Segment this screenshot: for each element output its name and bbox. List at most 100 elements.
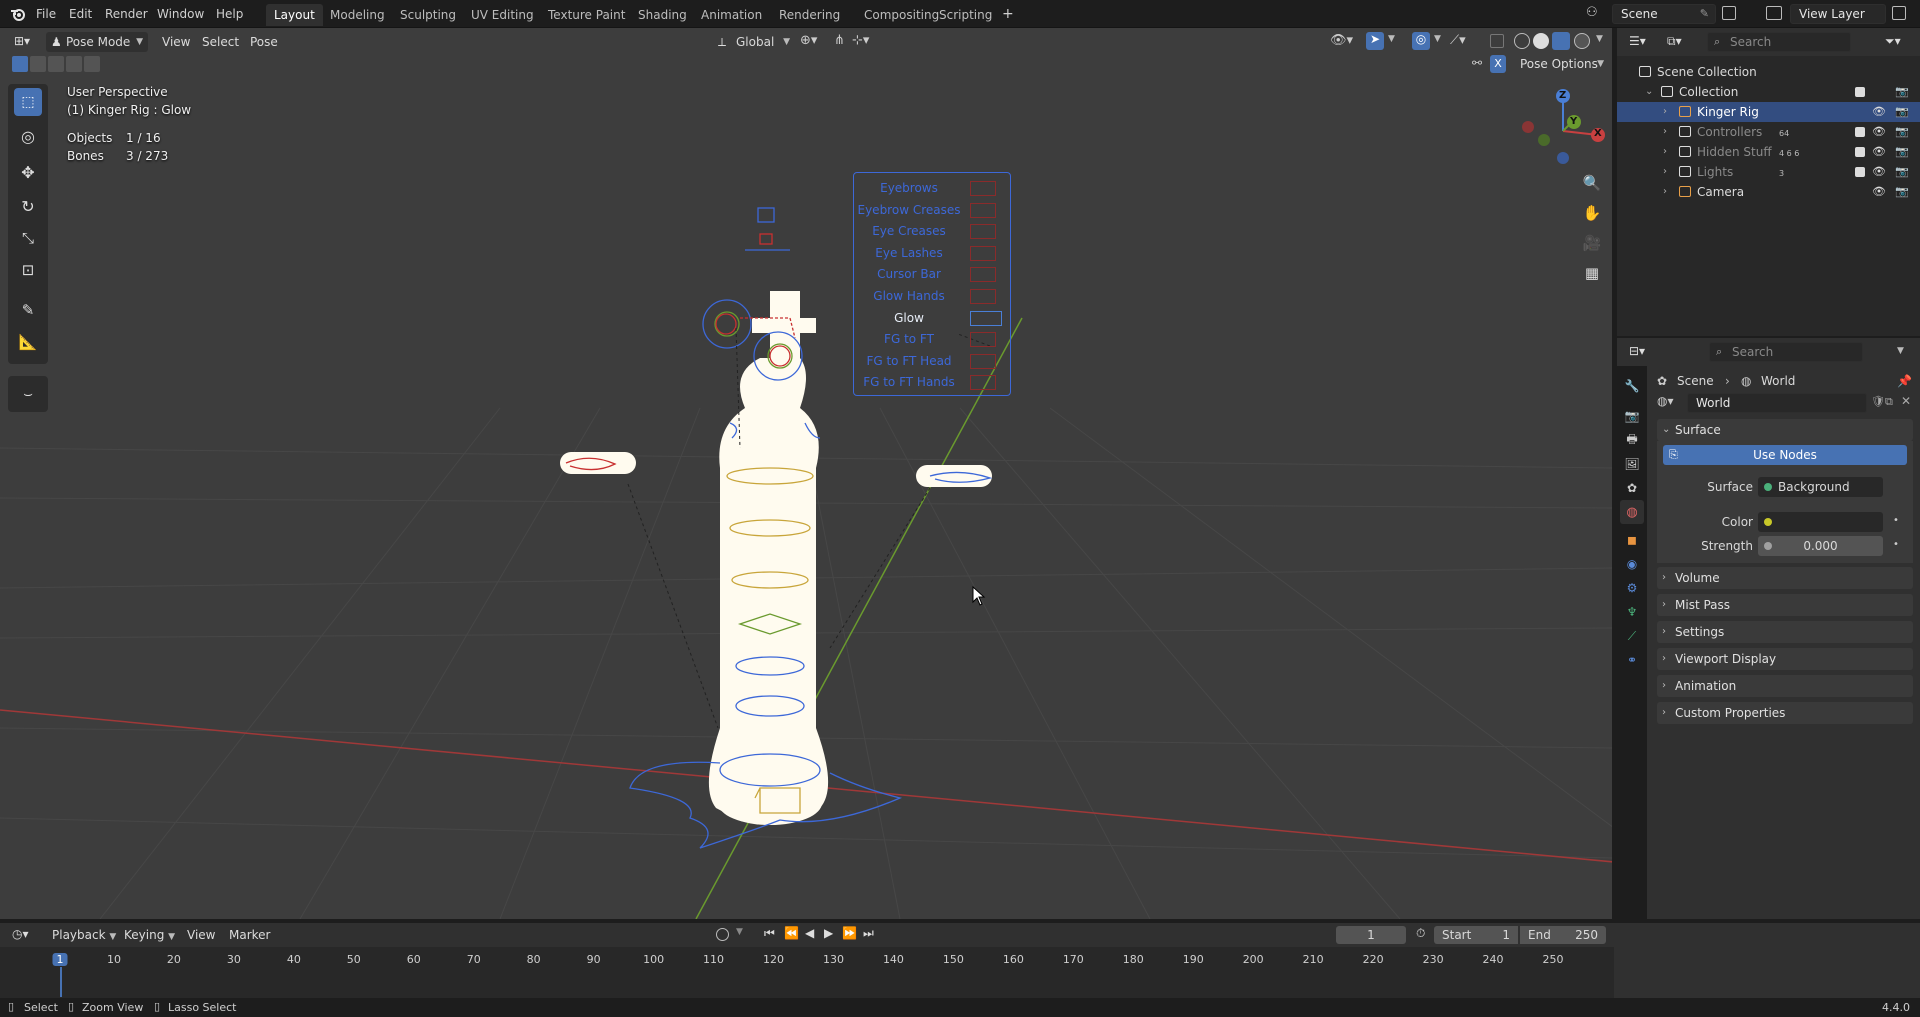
panel-settings[interactable]: › Settings <box>1657 621 1913 643</box>
world-browse-icon[interactable]: ◍▾ <box>1657 394 1674 408</box>
menu-view[interactable]: View <box>162 32 190 52</box>
tab-layout[interactable]: Layout <box>266 4 323 26</box>
eye-icon[interactable]: 👁 <box>1872 182 1886 202</box>
chevron-right-icon[interactable]: › <box>1663 142 1667 162</box>
overlays-icon[interactable]: ◎ <box>1412 32 1430 50</box>
tab-animation[interactable]: Animation <box>693 4 770 26</box>
zoom-view-button[interactable]: 🔍 <box>1579 170 1605 196</box>
world-name-field[interactable]: World <box>1687 393 1867 413</box>
new-view-layer-icon[interactable] <box>1892 6 1906 20</box>
menu-render[interactable]: Render <box>105 5 148 23</box>
playhead-line[interactable] <box>60 967 62 997</box>
select-box-tool[interactable]: ⬚ <box>14 88 42 116</box>
perspective-toggle-button[interactable]: ▦ <box>1579 260 1605 286</box>
tab-object[interactable]: ◼ <box>1620 528 1644 552</box>
tab-constraints[interactable]: ⚙ <box>1620 576 1644 600</box>
tab-bone-constraints[interactable]: ⚭ <box>1620 648 1644 672</box>
unlink-icon[interactable]: ✕ <box>1901 394 1911 408</box>
tab-world[interactable]: ◍ <box>1620 500 1644 524</box>
chevron-right-icon[interactable]: › <box>1663 182 1667 202</box>
pose-options-dropdown[interactable]: Pose Options ▼ <box>1512 54 1608 74</box>
scene-name-field[interactable]: Scene ✎ <box>1612 4 1716 24</box>
eye-icon[interactable]: 👁 <box>1872 162 1886 182</box>
widget-label-row[interactable]: Glow Hands <box>854 287 1010 305</box>
fake-user-icon[interactable]: 🛡 <box>1871 395 1885 408</box>
view-layer-field[interactable]: View Layer <box>1790 4 1886 24</box>
xray-icon[interactable] <box>1490 34 1504 48</box>
outliner-editor-icon[interactable]: ☰▾ <box>1629 34 1646 48</box>
chevron-right-icon[interactable]: › <box>1663 102 1667 122</box>
shading-solid-icon[interactable] <box>1533 33 1549 49</box>
widget-toggle-box[interactable] <box>970 181 996 196</box>
properties-editor-icon[interactable]: ⊟▾ <box>1629 344 1645 358</box>
tab-sculpting[interactable]: Sculpting <box>392 4 464 26</box>
outliner-row-scene-collection[interactable]: Scene Collection <box>1617 62 1920 82</box>
render-toggle-icon[interactable]: 📷 <box>1895 182 1909 202</box>
shading-rendered-icon[interactable] <box>1574 33 1590 49</box>
widget-toggle-box[interactable] <box>970 332 996 348</box>
checkbox-icon[interactable] <box>1855 87 1865 97</box>
filter-icon[interactable]: ⏷▾ <box>1885 34 1901 49</box>
use-nodes-button[interactable]: ⎘ Use Nodes <box>1663 445 1907 465</box>
widget-label-row[interactable]: FG to FT Head <box>854 352 1010 370</box>
pin-icon[interactable]: ✎ <box>1700 5 1709 23</box>
widget-toggle-box[interactable] <box>970 267 996 283</box>
outliner-row-controllers[interactable]: › Controllers 64 👁 📷 <box>1617 122 1920 142</box>
menu-select[interactable]: Select <box>202 32 239 52</box>
outliner-row-hidden-stuff[interactable]: › Hidden Stuff 4 6 6 👁 📷 <box>1617 142 1920 162</box>
eye-icon[interactable]: 👁 <box>1872 102 1886 122</box>
panel-volume[interactable]: › Volume <box>1657 567 1913 589</box>
eye-icon[interactable]: 👁 <box>1872 122 1886 142</box>
rotate-tool[interactable]: ↻ <box>14 192 42 220</box>
snap-icon[interactable]: ⋔ <box>834 33 845 48</box>
gizmo-dropdown-icon[interactable]: ▼ <box>1388 34 1395 44</box>
widget-toggle-box[interactable] <box>970 289 996 304</box>
shading-wireframe-icon[interactable] <box>1514 33 1530 49</box>
bone-overlay-icon[interactable]: ⟋▾ <box>1450 33 1466 48</box>
new-scene-icon[interactable] <box>1722 6 1736 20</box>
eye-icon[interactable]: 👁 <box>1872 142 1886 162</box>
tab-scene[interactable]: ✿ <box>1620 476 1644 500</box>
outliner-row-camera[interactable]: › Camera 👁 📷 <box>1617 182 1920 202</box>
outliner-row-collection[interactable]: ⌄ Collection 📷 <box>1617 82 1920 102</box>
surface-shader-field[interactable]: Background <box>1758 477 1883 497</box>
panel-viewport-display[interactable]: › Viewport Display <box>1657 648 1913 670</box>
move-tool[interactable]: ✥ <box>14 158 42 186</box>
widget-toggle-box[interactable] <box>970 353 996 369</box>
3d-viewport[interactable]: Eyebrows Eyebrow Creases Eye Creases Eye La… <box>0 28 1614 919</box>
color-keyframe-icon[interactable]: • <box>1893 515 1899 526</box>
overlays-dropdown-icon[interactable]: ▼ <box>1434 34 1441 44</box>
tab-texture-paint[interactable]: Texture Paint <box>540 4 633 26</box>
gizmo-icon[interactable]: ➤ <box>1366 32 1384 50</box>
chevron-right-icon[interactable]: › <box>1663 122 1667 142</box>
transform-tool[interactable]: ⊡ <box>14 256 42 284</box>
view-layer-icon[interactable] <box>1766 6 1782 20</box>
select-intersect-icon[interactable] <box>84 56 100 72</box>
checkbox-icon[interactable] <box>1855 107 1865 117</box>
menu-help[interactable]: Help <box>216 5 243 23</box>
tab-output[interactable]: 🖶 <box>1620 428 1644 452</box>
display-mode-icon[interactable]: ⧉▾ <box>1667 34 1682 49</box>
chevron-right-icon[interactable]: › <box>1663 162 1667 182</box>
panel-mist-pass[interactable]: › Mist Pass <box>1657 594 1913 616</box>
scene-selector-icon[interactable]: ⚇ <box>1586 5 1606 23</box>
widget-toggle-box[interactable] <box>970 202 996 218</box>
bone-mirror-icon[interactable]: ⚯ <box>1472 56 1482 70</box>
select-new-icon[interactable] <box>12 56 28 72</box>
tab-modeling[interactable]: Modeling <box>322 4 393 26</box>
pivot-icon[interactable]: ⊕▾ <box>800 33 817 48</box>
strength-keyframe-icon[interactable]: • <box>1893 539 1899 550</box>
tab-tool[interactable]: 🔧 <box>1620 374 1644 398</box>
widget-toggle-box[interactable] <box>970 375 996 391</box>
render-toggle-icon[interactable]: 📷 <box>1895 102 1909 122</box>
outliner-row-lights[interactable]: › Lights 3 👁 📷 <box>1617 162 1920 182</box>
surface-panel-header[interactable]: ⌄ Surface <box>1657 419 1913 441</box>
panel-custom-properties[interactable]: › Custom Properties <box>1657 702 1913 724</box>
widget-label-row[interactable]: Eyebrows <box>854 179 1010 197</box>
strength-field[interactable]: 0.000 <box>1758 536 1883 556</box>
snap-target-icon[interactable]: ⊹▾ <box>852 33 869 48</box>
x-mirror-toggle[interactable]: X <box>1490 55 1506 73</box>
cursor-tool[interactable]: ◎ <box>14 122 42 150</box>
widget-label-row[interactable]: Eyebrow Creases <box>854 201 1010 219</box>
annotate-tool[interactable]: ✎ <box>14 296 42 324</box>
